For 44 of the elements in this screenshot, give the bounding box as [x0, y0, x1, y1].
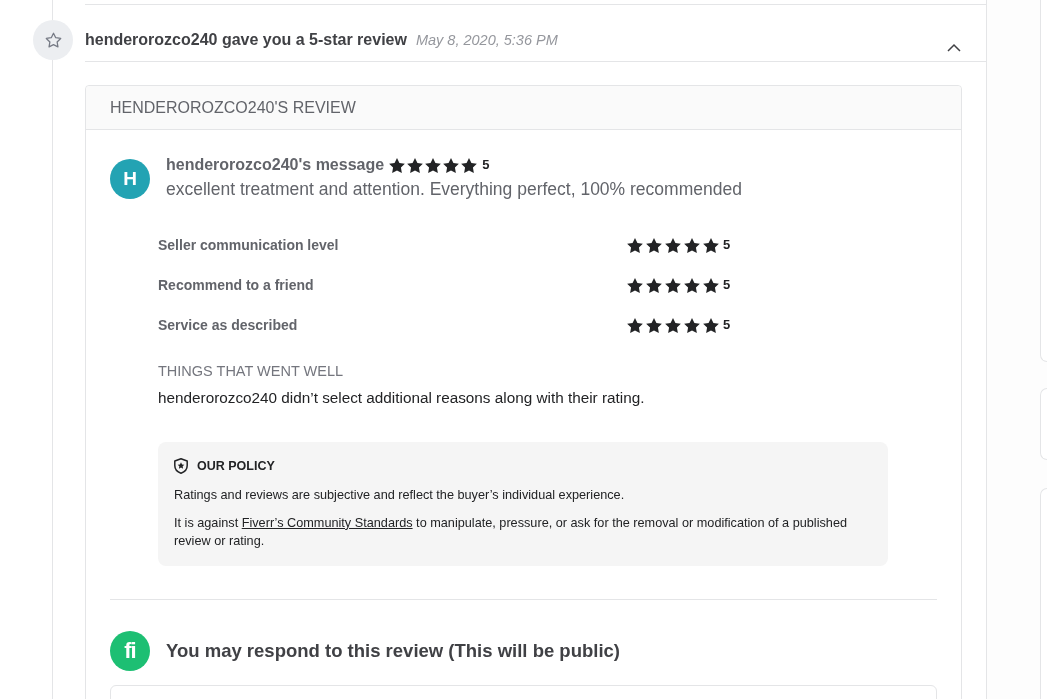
star-icon	[461, 157, 478, 173]
section-text: henderorozco240 didn’t select additional reasons along with their rating.	[158, 388, 645, 408]
star-icon	[646, 237, 662, 253]
policy-text: Ratings and reviews are subjective and reflect the buyer’s individual experience.	[174, 486, 626, 504]
star-icon	[684, 277, 700, 293]
rating-value: 5	[723, 236, 731, 255]
star-icon	[627, 237, 643, 253]
shield-icon	[174, 458, 188, 475]
rating-label: Recommend to a friend	[158, 275, 315, 295]
notification-time: May 8, 2020, 5:36 PM	[415, 31, 558, 50]
policy-title: OUR POLICY	[197, 458, 275, 475]
star-icon	[703, 277, 719, 293]
star-icon	[407, 157, 424, 173]
star-icon	[425, 157, 442, 173]
rating-value: 5	[723, 276, 731, 295]
section-title: THINGS THAT WENT WELL	[158, 362, 344, 381]
review-comment: excellent treatment and attention. Everything perfect, 100% recommended	[166, 179, 742, 199]
rating-label: Seller communication level	[158, 235, 340, 255]
star-icon	[665, 277, 681, 293]
rating-value: 5	[482, 156, 490, 175]
star-icon	[703, 317, 719, 333]
rating-value: 5	[723, 316, 731, 335]
star-icon	[684, 317, 700, 333]
star-icon	[703, 237, 719, 253]
star-icon	[627, 277, 643, 293]
star-icon	[627, 317, 643, 333]
community-standards-link[interactable]: Fiverr’s Community Standards	[241, 515, 413, 530]
avatar: H	[110, 159, 150, 199]
star-icon	[646, 317, 662, 333]
review-heading: HENDEROROZCO240'S REVIEW	[110, 97, 356, 118]
notification-title: henderorozco240 gave you a 5-star review	[85, 30, 407, 50]
policy-text: It is against Fiverr’s Community Standards to manipulate, pressure, or ask for the removal or modification of a published review or rating.	[174, 514, 848, 550]
star-icon	[665, 317, 681, 333]
star-icon	[665, 237, 681, 253]
message-title: henderorozco240's message	[166, 155, 385, 175]
star-icon	[389, 157, 406, 173]
respond-title: You may respond to this review (This will be public)	[166, 638, 620, 663]
star-icon	[443, 157, 460, 173]
collapse-button[interactable]	[947, 43, 961, 52]
chevron-up-icon	[947, 43, 961, 52]
star-icon	[684, 237, 700, 253]
logo: fi	[110, 630, 150, 671]
star-icon	[646, 277, 662, 293]
rating-label: Service as described	[158, 315, 299, 335]
